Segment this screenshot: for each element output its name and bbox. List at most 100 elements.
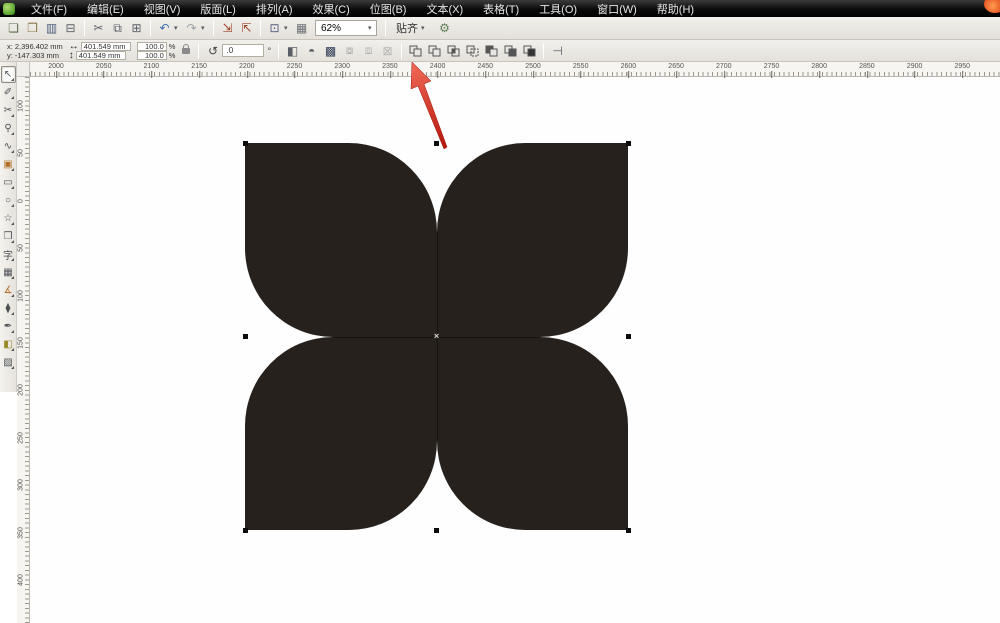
- flower-shape[interactable]: ×: [242, 140, 631, 533]
- menu-layout[interactable]: 版面(L): [190, 0, 245, 18]
- save-button[interactable]: ▥: [43, 19, 60, 37]
- menu-table[interactable]: 表格(T): [473, 0, 529, 18]
- shaping-buttons: [406, 42, 539, 60]
- new-document-button[interactable]: ❏: [5, 19, 22, 37]
- zoom-level-combo[interactable]: 62% ▾: [315, 20, 377, 36]
- menu-help[interactable]: 帮助(H): [647, 0, 704, 18]
- text-tool-icon: 字: [3, 251, 13, 262]
- create-boundary-button[interactable]: [521, 42, 538, 60]
- chevron-down-icon[interactable]: ▾: [421, 24, 429, 32]
- major-tick: [55, 71, 57, 78]
- menu-bitmaps[interactable]: 位图(B): [360, 0, 417, 18]
- combine-button[interactable]: ▩: [322, 42, 339, 60]
- menu-arrange[interactable]: 排列(A): [246, 0, 303, 18]
- y-position-field[interactable]: -147.303 mm: [15, 51, 59, 60]
- menu-file[interactable]: 文件(F): [21, 0, 77, 18]
- petal-bottom-left[interactable]: [245, 336, 437, 530]
- dimension-tool-icon: ∡: [3, 285, 13, 296]
- menu-edit[interactable]: 编辑(E): [77, 0, 134, 18]
- major-tick: [962, 71, 964, 78]
- height-field[interactable]: 401.549 mm: [75, 50, 126, 60]
- weld-button[interactable]: [407, 42, 424, 60]
- selection-handle[interactable]: [434, 527, 439, 533]
- redo-button[interactable]: ↷: [183, 19, 200, 37]
- ruler-label: 2950: [955, 63, 970, 78]
- basic-shapes-tool[interactable]: ❒: [1, 228, 16, 245]
- drawing-canvas[interactable]: ×: [30, 77, 1000, 623]
- selection-handle[interactable]: [242, 334, 248, 339]
- ellipse-tool[interactable]: ○: [1, 192, 16, 209]
- freehand-tool[interactable]: ∿: [1, 138, 16, 155]
- outline-pen-tool[interactable]: ✒: [1, 318, 16, 335]
- interactive-fill-tool[interactable]: ▨: [1, 354, 16, 371]
- petal-top-left[interactable]: [245, 143, 437, 337]
- pick-tool[interactable]: ↖: [0, 66, 16, 83]
- smart-fill-tool[interactable]: ▣: [1, 156, 16, 173]
- shape-tool[interactable]: ✐: [1, 84, 16, 101]
- simplify-button[interactable]: [464, 42, 481, 60]
- basic-shapes-tool-icon: ❒: [3, 231, 13, 242]
- width-field[interactable]: 401.549 mm: [80, 41, 131, 51]
- text-tool[interactable]: 字: [1, 246, 16, 263]
- petal-bottom-right[interactable]: [436, 336, 628, 530]
- intersect-button[interactable]: [445, 42, 462, 60]
- menu-window[interactable]: 窗口(W): [587, 0, 647, 18]
- snap-to-button[interactable]: 贴齐 ▾: [396, 20, 429, 36]
- fill-tool[interactable]: ◧: [1, 336, 16, 353]
- selection-handle[interactable]: [625, 334, 631, 339]
- open-button[interactable]: ❒: [24, 19, 41, 37]
- eyedropper-tool[interactable]: ⧫: [1, 300, 16, 317]
- mirror-horizontal-button[interactable]: ◧: [284, 42, 301, 60]
- chevron-down-icon[interactable]: ▾: [284, 24, 292, 32]
- ruler-label: 300: [17, 479, 25, 492]
- chevron-down-icon[interactable]: ▾: [201, 24, 209, 32]
- options-button[interactable]: ⚙: [436, 19, 453, 37]
- application-launcher-button[interactable]: ⊡: [266, 19, 283, 37]
- print-icon: ⊟: [65, 21, 76, 35]
- selection-handle[interactable]: [625, 527, 631, 533]
- undo-button[interactable]: ↶: [156, 19, 173, 37]
- menu-tools[interactable]: 工具(O): [529, 0, 587, 18]
- smart-fill-tool-icon: ▣: [3, 159, 13, 170]
- menu-text[interactable]: 文本(X): [416, 0, 473, 18]
- separator: [385, 20, 386, 36]
- x-position-field[interactable]: 2,396.402 mm: [15, 42, 63, 51]
- mirror-vertical-button[interactable]: ◓: [303, 42, 320, 60]
- crop-tool[interactable]: ✂: [1, 102, 16, 119]
- separator: [84, 20, 85, 36]
- welcome-screen-button[interactable]: ▦: [293, 19, 310, 37]
- menu-view[interactable]: 视图(V): [134, 0, 191, 18]
- polygon-tool[interactable]: ☆: [1, 210, 16, 227]
- scale-v-field[interactable]: 100.0: [136, 50, 167, 60]
- selection-handle[interactable]: [242, 140, 248, 146]
- zoom-tool[interactable]: ⚲: [1, 120, 16, 137]
- trim-button[interactable]: [426, 42, 443, 60]
- chevron-down-icon[interactable]: ▾: [368, 24, 376, 32]
- table-tool[interactable]: ▦: [1, 264, 16, 281]
- selection-handle[interactable]: [242, 527, 248, 533]
- menu-effects[interactable]: 效果(C): [303, 0, 360, 18]
- x-label: x:: [7, 41, 13, 51]
- print-button[interactable]: ⊟: [62, 19, 79, 37]
- copy-button[interactable]: ⧉: [109, 19, 126, 37]
- align-distribute-button[interactable]: ⊣: [549, 42, 566, 60]
- standard-toolbar: ❏ ❒ ▥ ⊟ ✂ ⧉ ⊞ ↶ ▾ ↷ ▾ ⇲ ⇱ ⊡ ▾ ▦ 62% ▾ 贴齐 ▾ ⚙: [0, 17, 1000, 40]
- paste-button[interactable]: ⊞: [128, 19, 145, 37]
- cut-button[interactable]: ✂: [90, 19, 107, 37]
- back-minus-front-button[interactable]: [502, 42, 519, 60]
- petal-top-right[interactable]: [436, 143, 628, 337]
- dimension-tool[interactable]: ∡: [1, 282, 16, 299]
- rotation-field[interactable]: .0: [222, 44, 265, 57]
- scale-h-field[interactable]: 100.0: [136, 41, 167, 51]
- chevron-down-icon[interactable]: ▾: [174, 24, 182, 32]
- front-minus-back-button[interactable]: [483, 42, 500, 60]
- lock-ratio-icon[interactable]: [182, 43, 191, 54]
- rectangle-tool[interactable]: ▭: [1, 174, 16, 191]
- selection-handle[interactable]: [434, 140, 439, 146]
- major-tick: [485, 71, 487, 78]
- ruler-label: 2000: [48, 63, 64, 78]
- import-button[interactable]: ⇲: [219, 19, 236, 37]
- export-button[interactable]: ⇱: [238, 19, 255, 37]
- ruler-label: 400: [17, 574, 25, 586]
- selection-handle[interactable]: [625, 140, 631, 146]
